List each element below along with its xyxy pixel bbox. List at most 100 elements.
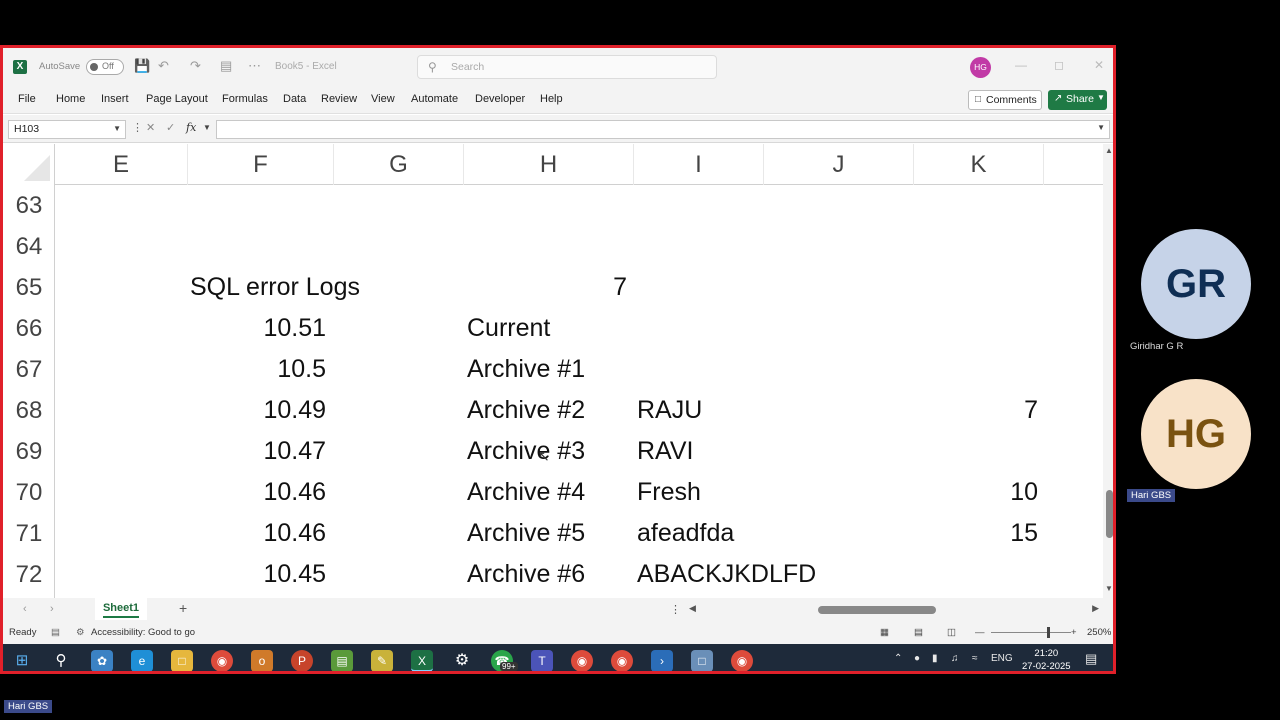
- column-header-k[interactable]: K: [914, 144, 1044, 185]
- cell-f69[interactable]: 10.47: [193, 431, 326, 472]
- row-header-67[interactable]: 67: [3, 349, 55, 390]
- clock[interactable]: 21:20 27-02-2025: [1022, 647, 1071, 671]
- cell-i72[interactable]: ABACKJKDLFD: [637, 554, 816, 595]
- horizontal-scroll-thumb[interactable]: [818, 606, 936, 614]
- next-sheet-icon[interactable]: ›: [50, 603, 54, 615]
- cell-i68[interactable]: RAJU: [637, 390, 702, 431]
- redo-icon[interactable]: ↷: [190, 58, 201, 74]
- search-input[interactable]: ⚲ Search: [417, 55, 717, 79]
- chrome-icon[interactable]: ◉: [211, 650, 233, 671]
- more-options-icon[interactable]: ⋮: [132, 121, 143, 134]
- save-icon[interactable]: 💾: [134, 58, 150, 74]
- zoom-slider-knob[interactable]: [1047, 627, 1050, 638]
- menu-view[interactable]: View: [371, 93, 395, 105]
- cell-h69[interactable]: Archive #3: [467, 431, 585, 472]
- language-indicator[interactable]: ENG: [991, 653, 1013, 664]
- row-header-72[interactable]: 72: [3, 554, 55, 595]
- user-avatar[interactable]: HG: [970, 57, 991, 78]
- accessibility-status[interactable]: Accessibility: Good to go: [91, 627, 195, 638]
- select-all-button[interactable]: [3, 144, 55, 185]
- enter-icon[interactable]: ✓: [166, 121, 175, 134]
- macro-record-icon[interactable]: ▤: [51, 627, 60, 638]
- windows-start-icon[interactable]: ⊞: [11, 650, 33, 671]
- vertical-scrollbar[interactable]: ▲ ▼: [1103, 144, 1113, 598]
- column-header-e[interactable]: E: [55, 144, 188, 185]
- participant-avatar-gr[interactable]: GR: [1141, 229, 1251, 339]
- cell-h71[interactable]: Archive #5: [467, 513, 585, 554]
- menu-automate[interactable]: Automate: [411, 93, 458, 105]
- menu-formulas[interactable]: Formulas: [222, 93, 268, 105]
- menu-data[interactable]: Data: [283, 93, 306, 105]
- prev-sheet-icon[interactable]: ‹: [23, 603, 27, 615]
- autosave-toggle[interactable]: Off: [86, 59, 124, 75]
- zoom-in-icon[interactable]: +: [1071, 627, 1077, 638]
- row-header-63[interactable]: 63: [3, 185, 55, 226]
- cell-h70[interactable]: Archive #4: [467, 472, 585, 513]
- chrome-profile-2-icon[interactable]: ◉: [611, 650, 633, 671]
- customize-qat-icon[interactable]: ⋯: [248, 58, 261, 74]
- add-sheet-icon[interactable]: +: [179, 600, 187, 616]
- page-layout-view-icon[interactable]: ▤: [914, 627, 923, 638]
- insert-function-icon[interactable]: fx: [186, 121, 196, 134]
- expand-formula-icon[interactable]: ▼: [1097, 123, 1105, 132]
- maximize-icon[interactable]: ◻: [1054, 58, 1064, 72]
- normal-view-icon[interactable]: ▦: [880, 627, 889, 638]
- excel-taskbar-icon[interactable]: X: [411, 650, 433, 671]
- share-button[interactable]: ↗ Share ▼: [1048, 90, 1107, 110]
- zoom-slider[interactable]: [991, 627, 1071, 638]
- cell-i71[interactable]: afeadfda: [637, 513, 734, 554]
- menu-insert[interactable]: Insert: [101, 93, 129, 105]
- cell-f66[interactable]: 10.51: [193, 308, 326, 349]
- horizontal-scrollbar[interactable]: ◀ ▶: [687, 603, 1107, 617]
- menu-help[interactable]: Help: [540, 93, 563, 105]
- edge-icon[interactable]: e: [131, 650, 153, 671]
- cell-k70[interactable]: 10: [938, 472, 1038, 513]
- notepad-plus-icon[interactable]: □: [691, 650, 713, 671]
- vertical-scroll-thumb[interactable]: [1106, 490, 1113, 538]
- microphone-icon[interactable]: ●: [914, 653, 920, 664]
- row-header-65[interactable]: 65: [3, 267, 55, 308]
- copilot-icon[interactable]: ✿: [91, 650, 113, 671]
- notepad-icon[interactable]: ▤: [331, 650, 353, 671]
- scroll-down-icon[interactable]: ▼: [1105, 584, 1113, 593]
- cell-h67[interactable]: Archive #1: [467, 349, 585, 390]
- menu-page-layout[interactable]: Page Layout: [146, 93, 208, 105]
- outlook-icon[interactable]: o: [251, 650, 273, 671]
- cell-f70[interactable]: 10.46: [193, 472, 326, 513]
- search-icon[interactable]: ⚲: [50, 650, 72, 671]
- cell-f72[interactable]: 10.45: [193, 554, 326, 595]
- zoom-out-icon[interactable]: —: [975, 627, 985, 638]
- column-header-g[interactable]: G: [334, 144, 464, 185]
- row-header-70[interactable]: 70: [3, 472, 55, 513]
- undo-icon[interactable]: ↶: [158, 58, 169, 74]
- row-header-71[interactable]: 71: [3, 513, 55, 554]
- cell-h72[interactable]: Archive #6: [467, 554, 585, 595]
- menu-review[interactable]: Review: [321, 93, 357, 105]
- battery-icon[interactable]: ▮: [932, 653, 938, 664]
- volume-icon[interactable]: ♫: [951, 653, 959, 664]
- comments-button[interactable]: □ Comments: [968, 90, 1042, 110]
- menu-developer[interactable]: Developer: [475, 93, 525, 105]
- column-header-i[interactable]: I: [634, 144, 764, 185]
- cell-f65[interactable]: SQL error Logs: [190, 267, 360, 308]
- minimize-icon[interactable]: —: [1015, 58, 1027, 72]
- chrome-profile-icon[interactable]: ◉: [571, 650, 593, 671]
- row-header-66[interactable]: 66: [3, 308, 55, 349]
- settings-icon[interactable]: ⚙: [451, 650, 473, 671]
- cell-f68[interactable]: 10.49: [193, 390, 326, 431]
- page-break-view-icon[interactable]: ◫: [947, 627, 956, 638]
- row-header-69[interactable]: 69: [3, 431, 55, 472]
- sticky-notes-icon[interactable]: ✎: [371, 650, 393, 671]
- name-box[interactable]: H103 ▼: [8, 120, 126, 139]
- powerpoint-icon[interactable]: P: [291, 650, 313, 671]
- formula-input[interactable]: ▼: [216, 120, 1110, 139]
- scroll-up-icon[interactable]: ▲: [1105, 146, 1113, 155]
- chart-icon[interactable]: ▤: [220, 58, 232, 74]
- chrome-profile-3-icon[interactable]: ◉: [731, 650, 753, 671]
- participant-avatar-hg[interactable]: HG: [1141, 379, 1251, 489]
- cell-h65[interactable]: 7: [563, 267, 627, 308]
- cell-f67[interactable]: 10.5: [193, 349, 326, 390]
- teams-icon[interactable]: T: [531, 650, 553, 671]
- notification-center-icon[interactable]: ▤: [1085, 651, 1097, 667]
- cell-f71[interactable]: 10.46: [193, 513, 326, 554]
